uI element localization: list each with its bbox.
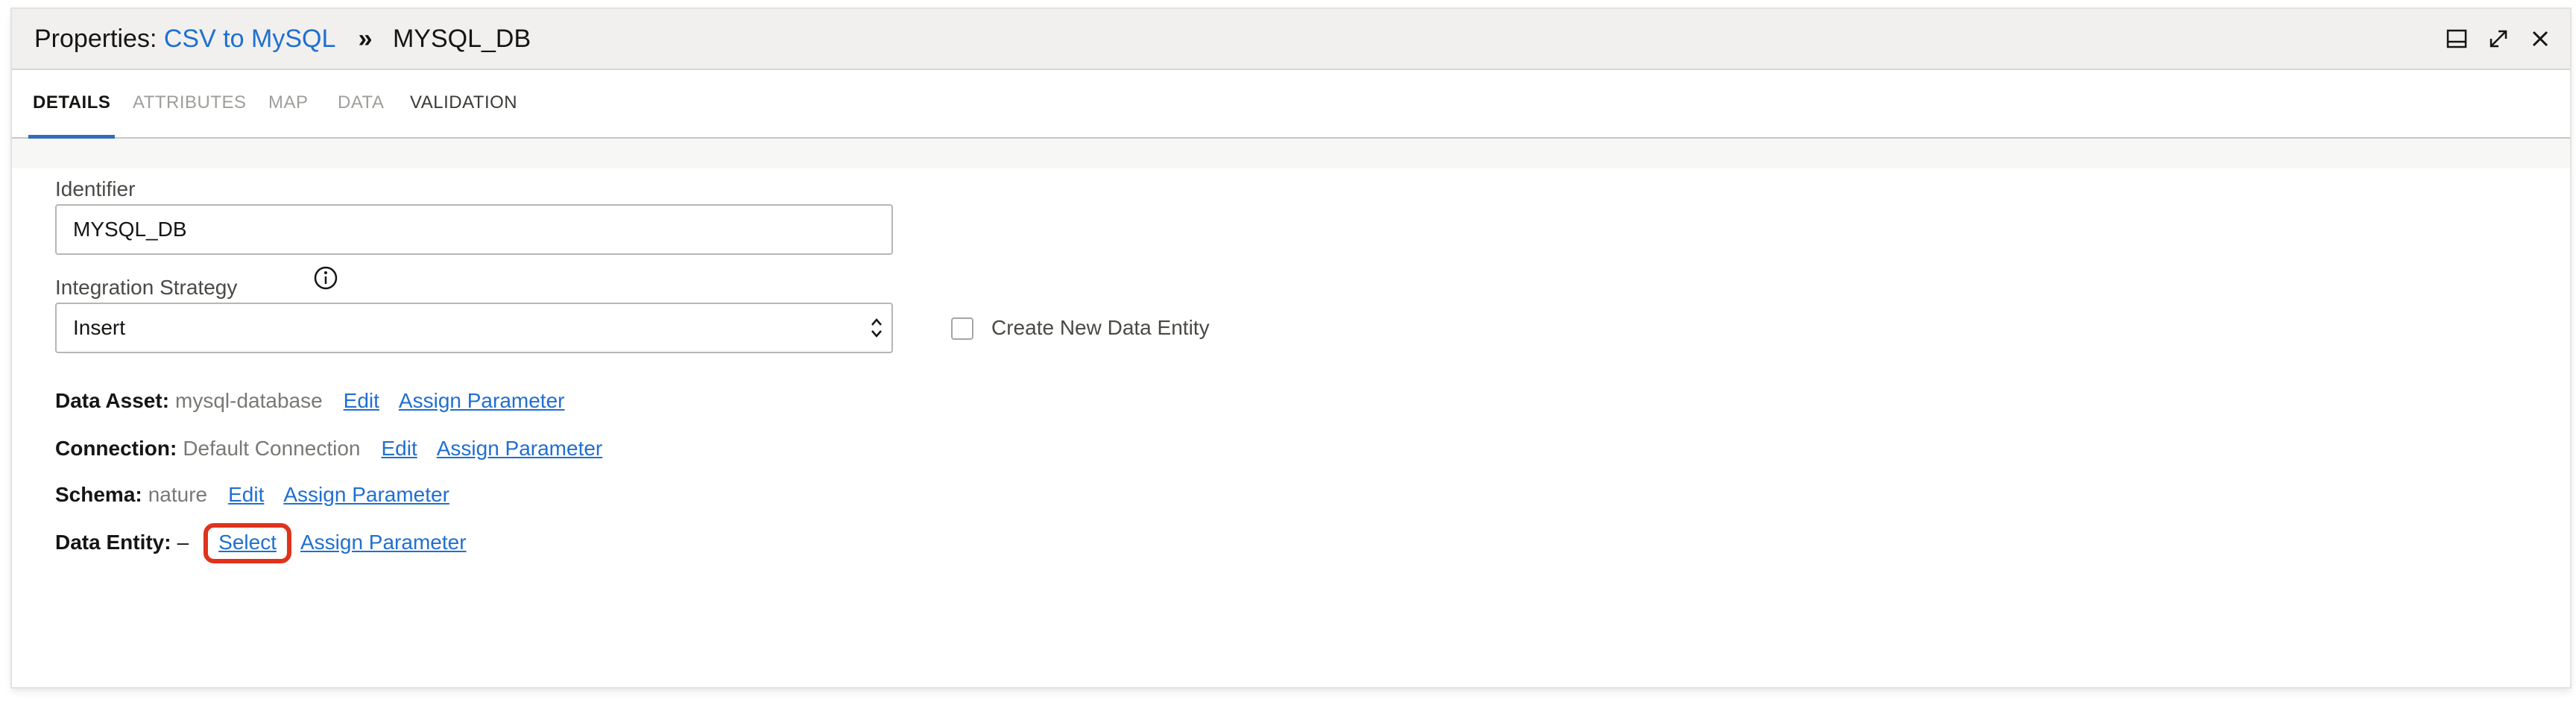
connection-edit-link[interactable]: Edit (381, 437, 417, 461)
schema-key: Schema: (55, 483, 142, 506)
identifier-field[interactable]: MYSQL_DB (55, 204, 893, 255)
info-icon[interactable] (313, 265, 338, 291)
dataflow-link[interactable]: CSV to MySQL (164, 25, 335, 53)
header-icons (2443, 25, 2554, 52)
strategy-select[interactable]: Insert (55, 303, 893, 353)
chevron-updown-icon (871, 318, 882, 338)
data-asset-edit-link[interactable]: Edit (344, 389, 379, 413)
strategy-select-value: Insert (73, 316, 126, 339)
close-icon[interactable] (2527, 25, 2554, 52)
data-entity-select-link[interactable]: Select (218, 531, 277, 554)
content-top-band (12, 139, 2570, 168)
data-entity-assign-link[interactable]: Assign Parameter (300, 531, 467, 554)
tab-validation[interactable]: VALIDATION (410, 70, 517, 137)
title-prefix: Properties: (34, 25, 157, 53)
connection-value: Default Connection (183, 437, 361, 460)
properties-panel: Properties: CSV to MySQL » MYSQL_DB DETA… (12, 9, 2570, 687)
tab-data[interactable]: DATA (338, 70, 384, 137)
expand-icon[interactable] (2485, 25, 2512, 52)
create-new-entity-label: Create New Data Entity (991, 316, 1210, 339)
create-new-entity-checkbox[interactable] (951, 317, 973, 340)
data-entity-value: – (177, 531, 189, 554)
strategy-label: Integration Strategy (55, 276, 238, 299)
schema-row: Schema: nature Edit Assign Parameter (55, 483, 469, 507)
data-asset-assign-link[interactable]: Assign Parameter (399, 389, 565, 413)
tab-attributes[interactable]: ATTRIBUTES (133, 70, 247, 137)
tab-bar: DETAILS ATTRIBUTES MAP DATA VALIDATION (12, 70, 2570, 139)
data-asset-row: Data Asset: mysql-database Edit Assign P… (55, 389, 584, 413)
connection-assign-link[interactable]: Assign Parameter (437, 437, 603, 461)
details-content: Identifier MYSQL_DB Integration Strategy… (12, 139, 2570, 687)
data-entity-row: Data Entity: – Select Assign Parameter (55, 523, 486, 563)
data-asset-key: Data Asset: (55, 389, 170, 412)
schema-edit-link[interactable]: Edit (228, 483, 264, 507)
connection-row: Connection: Default Connection Edit Assi… (55, 437, 622, 461)
identifier-label: Identifier (55, 177, 136, 200)
tab-details[interactable]: DETAILS (28, 70, 116, 139)
schema-assign-link[interactable]: Assign Parameter (283, 483, 449, 507)
tab-map[interactable]: MAP (268, 70, 309, 137)
current-operator-name: MYSQL_DB (392, 25, 531, 53)
data-asset-value: mysql-database (175, 389, 323, 412)
connection-key: Connection: (55, 437, 177, 460)
data-entity-key: Data Entity: (55, 531, 171, 554)
dock-panel-icon[interactable] (2443, 25, 2470, 52)
schema-value: nature (148, 483, 208, 506)
select-highlight: Select (203, 523, 291, 563)
breadcrumb-separator: » (358, 25, 373, 53)
panel-header: Properties: CSV to MySQL » MYSQL_DB (12, 9, 2570, 70)
panel-title: Properties: CSV to MySQL » MYSQL_DB (34, 9, 531, 69)
